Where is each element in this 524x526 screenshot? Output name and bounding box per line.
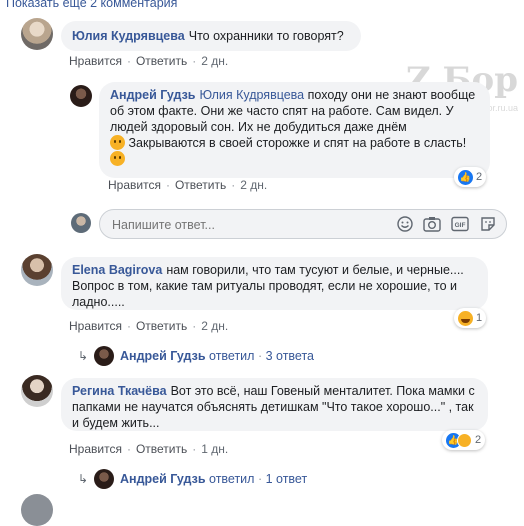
reply-author[interactable]: Андрей Гудзь bbox=[120, 472, 206, 486]
comment-bubble: Elena Bagirova нам говорили, что там тусу… bbox=[61, 257, 488, 310]
emoji-icon[interactable] bbox=[397, 216, 413, 232]
like-link[interactable]: Нравится bbox=[69, 319, 122, 333]
reaction-count: 1 bbox=[476, 312, 483, 324]
reply-verb: ответил bbox=[209, 472, 255, 486]
reply-link[interactable]: Ответить bbox=[175, 178, 226, 192]
avatar[interactable] bbox=[21, 18, 53, 50]
avatar bbox=[93, 346, 114, 366]
reply-arrow-icon: ↳ bbox=[78, 349, 89, 363]
reply-author[interactable]: Андрей Гудзь bbox=[110, 88, 196, 102]
svg-text:GIF: GIF bbox=[455, 222, 466, 229]
reaction-count: 2 bbox=[475, 434, 482, 446]
comment-author[interactable]: Регина Ткачёва bbox=[72, 384, 167, 398]
view-replies-link[interactable]: ↳ Андрей Гудзь ответил · 1 ответ bbox=[78, 469, 307, 489]
comment-actions: Нравится · Ответить · 2 дн. bbox=[69, 54, 229, 68]
avatar bbox=[93, 469, 114, 489]
sad-emoji-icon bbox=[110, 151, 125, 166]
timestamp[interactable]: 2 дн. bbox=[240, 178, 267, 192]
timestamp[interactable]: 1 дн. bbox=[201, 442, 228, 456]
reply-actions: Нравится · Ответить · 2 дн. bbox=[108, 178, 268, 192]
view-replies-link[interactable]: ↳ Андрей Гудзь ответил · 3 ответа bbox=[78, 346, 314, 366]
reaction-summary[interactable]: 👍 2 bbox=[454, 167, 487, 187]
reply-input-box[interactable]: GIF bbox=[99, 209, 507, 239]
comment-author[interactable]: Юлия Кудрявцева bbox=[72, 29, 185, 43]
avatar[interactable] bbox=[21, 254, 53, 286]
reply-link[interactable]: Ответить bbox=[136, 442, 187, 456]
comment-actions: Нравится · Ответить · 2 дн. bbox=[69, 319, 229, 333]
timestamp[interactable]: 2 дн. bbox=[201, 54, 228, 68]
reply-text-2: Закрываются в своей сторожке и спят на р… bbox=[128, 136, 467, 150]
reply-verb: ответил bbox=[209, 349, 255, 363]
comment-actions: Нравится · Ответить · 1 дн. bbox=[69, 442, 229, 456]
gif-icon[interactable]: GIF bbox=[451, 216, 469, 232]
haha-reaction-icon bbox=[458, 310, 473, 326]
reply-link[interactable]: Ответить bbox=[136, 319, 187, 333]
like-link[interactable]: Нравится bbox=[108, 178, 161, 192]
reply-author[interactable]: Андрей Гудзь bbox=[120, 349, 206, 363]
reply-link[interactable]: Ответить bbox=[136, 54, 187, 68]
avatar[interactable] bbox=[21, 375, 53, 407]
comment-bubble: Регина Ткачёва Вот это всё, наш Говеный м… bbox=[61, 378, 488, 431]
like-reaction-icon: 👍 bbox=[458, 169, 473, 185]
like-link[interactable]: Нравится bbox=[69, 54, 122, 68]
reply-bubble: Андрей Гудзь Юлия Кудрявцева походу они н… bbox=[99, 82, 490, 178]
comment-text: Что охранники то говорят? bbox=[188, 29, 344, 43]
reply-arrow-icon: ↳ bbox=[78, 472, 89, 486]
avatar[interactable] bbox=[70, 85, 92, 107]
laugh-reaction-icon bbox=[457, 432, 472, 448]
reaction-summary[interactable]: 1 bbox=[454, 308, 487, 328]
reaction-summary[interactable]: 👍 2 bbox=[442, 430, 486, 450]
comment-author[interactable]: Elena Bagirova bbox=[72, 263, 162, 277]
mention-link[interactable]: Юлия Кудрявцева bbox=[200, 88, 305, 102]
camera-icon[interactable] bbox=[423, 216, 441, 232]
comment-bubble: Юлия Кудрявцева Что охранники то говорят? bbox=[61, 21, 361, 51]
reply-input[interactable] bbox=[110, 215, 384, 235]
reply-count[interactable]: 1 ответ bbox=[266, 472, 308, 486]
show-more-comments-link[interactable]: Показать еще 2 комментария bbox=[6, 0, 177, 10]
timestamp[interactable]: 2 дн. bbox=[201, 319, 228, 333]
sad-emoji-icon bbox=[110, 135, 125, 150]
sticker-icon[interactable] bbox=[480, 216, 496, 232]
avatar[interactable] bbox=[21, 494, 53, 526]
like-link[interactable]: Нравится bbox=[69, 442, 122, 456]
reply-count[interactable]: 3 ответа bbox=[266, 349, 314, 363]
reaction-count: 2 bbox=[476, 171, 483, 183]
current-user-avatar bbox=[71, 213, 91, 233]
